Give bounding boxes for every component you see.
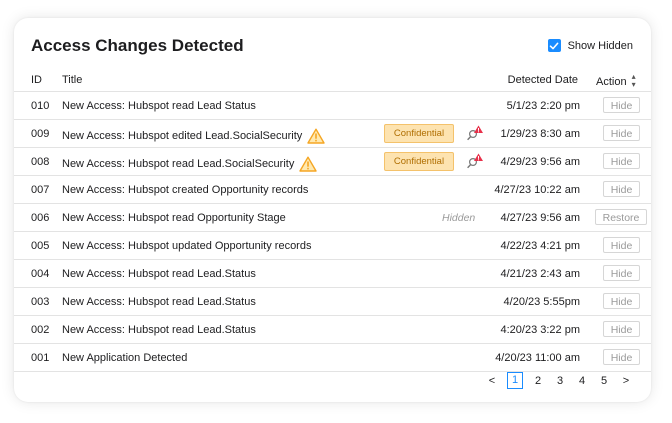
row-id: 007 [31, 184, 50, 196]
page-3-button[interactable]: 3 [549, 375, 571, 387]
page-5-button[interactable]: 5 [593, 375, 615, 387]
hide-button[interactable]: Hide [603, 293, 640, 309]
show-hidden-checkbox[interactable] [547, 39, 561, 52]
table-row: 003 New Access: Hubspot read Lead.Status 4… [14, 287, 651, 315]
row-detected-date: 5/1/23 2:20 pm [506, 100, 580, 112]
column-header-action[interactable]: Action ▴ ▾ [596, 73, 636, 90]
show-hidden-toggle[interactable]: Show Hidden [547, 39, 633, 52]
hide-button[interactable]: Hide [603, 237, 640, 253]
column-header-id: ID [31, 74, 42, 86]
row-title-text: New Application Detected [62, 352, 188, 364]
column-header-title: Title [62, 74, 83, 86]
row-title-text: New Access: Hubspot read Lead.Status [62, 268, 256, 280]
row-detected-date: 4:20/23 3:22 pm [500, 324, 580, 336]
sort-icon[interactable]: ▴ ▾ [632, 73, 636, 89]
table-row: 010 New Access: Hubspot read Lead Status 5… [14, 91, 651, 119]
row-title: New Access: Hubspot read Lead.SocialSecu… [62, 156, 318, 172]
row-id: 009 [31, 128, 50, 140]
hide-button[interactable]: Hide [603, 153, 640, 169]
page-4-button[interactable]: 4 [571, 375, 593, 387]
hide-button[interactable]: Hide [603, 97, 640, 113]
table-header: ID Title Detected Date Action ▴ ▾ [14, 70, 651, 92]
hide-button[interactable]: Hide [603, 321, 640, 337]
row-title-text: New Access: Hubspot read Lead.SocialSecu… [62, 158, 295, 170]
prev-page-button[interactable]: < [481, 375, 503, 387]
table-row: 002 New Access: Hubspot read Lead.Status 4… [14, 315, 651, 343]
row-detected-date: 4/29/23 9:56 am [500, 156, 580, 168]
table-row: 001 New Application Detected 4/20/23 11:00… [14, 343, 651, 372]
row-title: New Application Detected [62, 352, 187, 364]
row-detected-date: 4/27/23 9:56 am [500, 212, 580, 224]
table-row: 006 New Access: Hubspot read Opportunity … [14, 203, 651, 231]
row-id: 005 [31, 240, 50, 252]
row-title: New Access: Hubspot read Lead.Status [62, 324, 256, 336]
pagination: < 12345 > [481, 372, 637, 389]
row-title-text: New Access: Hubspot created Opportunity … [62, 184, 309, 196]
row-detected-date: 1/29/23 8:30 am [500, 128, 580, 140]
page-1-button[interactable]: 1 [507, 372, 523, 389]
checkmark-icon [549, 42, 559, 49]
show-hidden-label: Show Hidden [567, 39, 633, 52]
data-alert-icon[interactable] [466, 124, 484, 142]
row-id: 010 [31, 100, 50, 112]
next-page-button[interactable]: > [615, 375, 637, 387]
hide-button[interactable]: Hide [603, 181, 640, 197]
hide-button[interactable]: Hide [603, 349, 640, 365]
column-header-action-label: Action [596, 76, 627, 88]
confidential-badge: Confidential [384, 124, 454, 143]
hide-button[interactable]: Hide [603, 125, 640, 141]
warning-icon [299, 156, 318, 172]
row-title-text: New Access: Hubspot read Lead Status [62, 100, 256, 112]
table-row: 005 New Access: Hubspot updated Opportuni… [14, 231, 651, 259]
row-title-text: New Access: Hubspot edited Lead.SocialSe… [62, 130, 303, 142]
row-id: 002 [31, 324, 50, 336]
row-id: 001 [31, 352, 50, 364]
row-title: New Access: Hubspot updated Opportunity … [62, 240, 311, 252]
row-id: 008 [31, 156, 50, 168]
panel-title: Access Changes Detected [31, 36, 244, 55]
page-numbers: 12345 [503, 372, 615, 389]
table-row: 007 New Access: Hubspot created Opportuni… [14, 175, 651, 203]
row-detected-date: 4/20/23 5:55pm [503, 296, 580, 308]
table-row: 004 New Access: Hubspot read Lead.Status 4… [14, 259, 651, 287]
confidential-badge: Confidential [384, 152, 454, 171]
row-title-text: New Access: Hubspot read Opportunity Sta… [62, 212, 286, 224]
row-title: New Access: Hubspot read Opportunity Sta… [62, 212, 286, 224]
row-detected-date: 4/21/23 2:43 am [500, 268, 580, 280]
row-title-text: New Access: Hubspot read Lead.Status [62, 324, 256, 336]
row-id: 004 [31, 268, 50, 280]
row-detected-date: 4/22/23 4:21 pm [500, 240, 580, 252]
table-row: 009 New Access: Hubspot edited Lead.Socia… [14, 119, 651, 147]
table-row: 008 New Access: Hubspot read Lead.SocialS… [14, 147, 651, 175]
row-title: New Access: Hubspot created Opportunity … [62, 184, 308, 196]
row-detected-date: 4/27/23 10:22 am [494, 184, 580, 196]
hide-button[interactable]: Hide [603, 265, 640, 281]
column-header-detected-date[interactable]: Detected Date [508, 74, 578, 86]
row-title: New Access: Hubspot read Lead.Status [62, 296, 256, 308]
row-title: New Access: Hubspot read Lead Status [62, 100, 256, 112]
row-title-text: New Access: Hubspot updated Opportunity … [62, 240, 312, 252]
restore-button[interactable]: Restore [595, 209, 647, 225]
row-detected-date: 4/20/23 11:00 am [495, 352, 580, 364]
row-id: 003 [31, 296, 50, 308]
hidden-status: Hidden [442, 212, 476, 224]
warning-icon [307, 128, 326, 144]
row-title: New Access: Hubspot edited Lead.SocialSe… [62, 128, 326, 144]
access-changes-panel: Access Changes Detected Show Hidden ID T… [14, 18, 651, 402]
page-2-button[interactable]: 2 [527, 375, 549, 387]
row-title: New Access: Hubspot read Lead.Status [62, 268, 256, 280]
row-id: 006 [31, 212, 50, 224]
row-title-text: New Access: Hubspot read Lead.Status [62, 296, 256, 308]
table-body: 010 New Access: Hubspot read Lead Status 5… [14, 91, 651, 372]
data-alert-icon[interactable] [466, 152, 484, 170]
